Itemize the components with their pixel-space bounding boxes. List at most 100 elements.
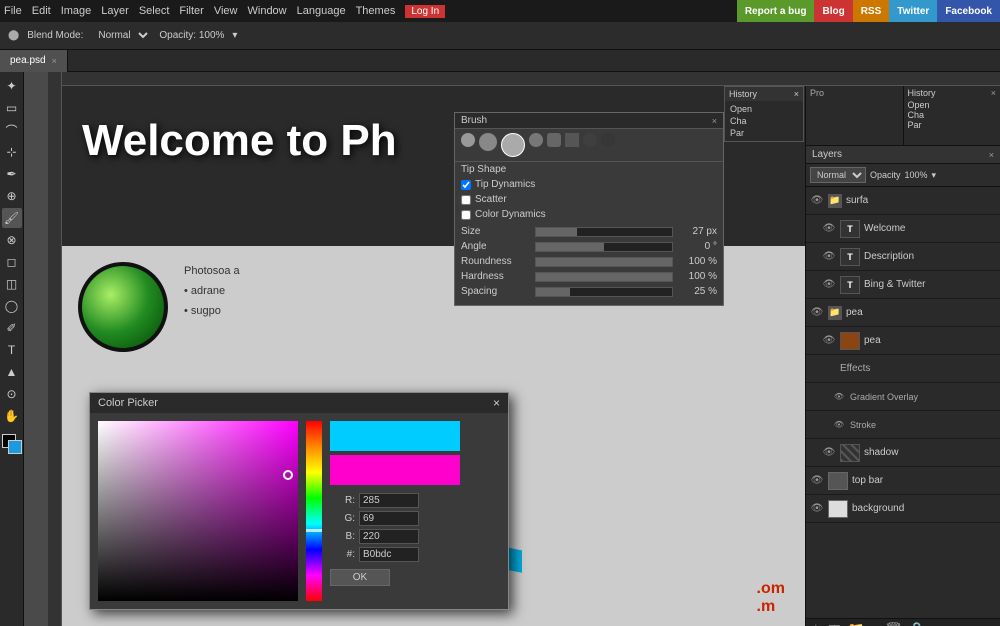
layer-eye-bing[interactable]: 👁 — [822, 278, 836, 292]
brush-tip-1[interactable] — [461, 133, 475, 147]
layers-opacity-dropdown[interactable]: ▾ — [932, 170, 937, 181]
canvas-area[interactable]: Welcome to Ph Photosoa a • adrane • sugp… — [24, 72, 1000, 626]
hex-input[interactable] — [359, 547, 419, 562]
layer-bing-twitter[interactable]: 👁 T Bing & Twitter — [806, 271, 1000, 299]
color-picker-ok-button[interactable]: OK — [330, 569, 390, 586]
menu-file[interactable]: File — [4, 5, 22, 17]
brush-scatter-item[interactable]: Scatter — [455, 192, 723, 207]
spacing-slider[interactable] — [535, 287, 673, 297]
tab-close-button[interactable]: × — [52, 56, 57, 66]
lock-layer-button[interactable]: 🔒 — [908, 621, 925, 626]
layer-eye-description[interactable]: 👁 — [822, 250, 836, 264]
options-opacity-dropdown[interactable]: ▾ — [232, 30, 237, 41]
roundness-slider[interactable] — [535, 257, 673, 267]
history-item-cha[interactable]: Cha — [727, 115, 801, 127]
rss-button[interactable]: RSS — [853, 0, 890, 22]
hardness-slider[interactable] — [535, 272, 673, 282]
layer-eye-topbar[interactable]: 👁 — [810, 474, 824, 488]
brush-tip-6[interactable] — [565, 133, 579, 147]
menu-window[interactable]: Window — [248, 5, 287, 17]
layer-top-bar[interactable]: 👁 top bar — [806, 467, 1000, 495]
report-bug-button[interactable]: Report a bug — [737, 0, 815, 22]
layer-eye-pea-folder[interactable]: 👁 — [810, 306, 824, 320]
layer-background[interactable]: 👁 background — [806, 495, 1000, 523]
layer-eye-welcome[interactable]: 👁 — [822, 222, 836, 236]
layer-eye-surfa[interactable]: 👁 — [810, 194, 824, 208]
add-group-button[interactable]: 📁 — [847, 621, 864, 626]
menu-language[interactable]: Language — [297, 5, 346, 17]
menu-filter[interactable]: Filter — [179, 5, 203, 17]
brush-tip-8[interactable] — [601, 133, 615, 147]
layer-description[interactable]: 👁 T Description — [806, 243, 1000, 271]
shape-tool[interactable]: ▲ — [2, 362, 22, 382]
layer-eye-shadow[interactable]: 👁 — [822, 446, 836, 460]
layer-surfa[interactable]: 👁 📁 surfa — [806, 187, 1000, 215]
eyedropper-tool[interactable]: ✒ — [2, 164, 22, 184]
blog-button[interactable]: Blog — [814, 0, 852, 22]
brush-tip-2[interactable] — [479, 133, 497, 151]
color-picker-close[interactable]: × — [493, 396, 500, 410]
login-button[interactable]: Log In — [405, 5, 445, 18]
history-item-par[interactable]: Par — [727, 127, 801, 139]
history-sub-cha[interactable]: Cha — [908, 110, 997, 120]
facebook-button[interactable]: Facebook — [937, 0, 1000, 22]
menu-layer[interactable]: Layer — [101, 5, 129, 17]
layer-eye-gradient[interactable]: 👁 — [832, 390, 846, 404]
layer-eye-stroke[interactable]: 👁 — [832, 418, 846, 432]
add-mask-button[interactable]: ◫ — [828, 621, 841, 626]
layer-pea-folder[interactable]: 👁 📁 pea — [806, 299, 1000, 327]
move-tool[interactable]: ✦ — [2, 76, 22, 96]
gradient-tool[interactable]: ◫ — [2, 274, 22, 294]
marquee-tool[interactable]: ▭ — [2, 98, 22, 118]
brush-panel-close[interactable]: × — [712, 116, 717, 126]
brush-tip-5[interactable] — [547, 133, 561, 147]
b-input[interactable] — [359, 529, 419, 544]
history-close[interactable]: × — [794, 89, 799, 99]
layer-eye-pea[interactable]: 👁 — [822, 334, 836, 348]
zoom-tool[interactable]: ⊙ — [2, 384, 22, 404]
brush-tip-shape-item[interactable]: Tip Shape — [455, 162, 723, 177]
layer-welcome[interactable]: 👁 T Welcome — [806, 215, 1000, 243]
menu-select[interactable]: Select — [139, 5, 170, 17]
brush-tip-4[interactable] — [529, 133, 543, 147]
tip-dynamics-checkbox[interactable] — [461, 180, 471, 190]
layer-stroke[interactable]: 👁 Stroke — [806, 411, 1000, 439]
layers-blend-mode-select[interactable]: Normal — [810, 167, 866, 183]
brush-tip-3[interactable] — [501, 133, 525, 157]
brush-tool[interactable]: 🖌 — [2, 208, 22, 228]
menu-view[interactable]: View — [214, 5, 238, 17]
lasso-tool[interactable]: ⌒ — [2, 120, 22, 140]
background-color[interactable] — [8, 440, 22, 454]
twitter-button[interactable]: Twitter — [889, 0, 937, 22]
heal-tool[interactable]: ⊕ — [2, 186, 22, 206]
angle-slider[interactable] — [535, 242, 673, 252]
scatter-checkbox[interactable] — [461, 195, 471, 205]
layer-gradient-overlay[interactable]: 👁 Gradient Overlay — [806, 383, 1000, 411]
color-hue-bar[interactable] — [306, 421, 322, 601]
history-sub-close[interactable]: × — [991, 88, 996, 98]
eraser-tool[interactable]: ◻ — [2, 252, 22, 272]
color-dynamics-checkbox[interactable] — [461, 210, 471, 220]
menu-image[interactable]: Image — [61, 5, 92, 17]
layers-close[interactable]: × — [989, 150, 994, 160]
history-sub-par[interactable]: Par — [908, 120, 997, 130]
dodge-tool[interactable]: ◯ — [2, 296, 22, 316]
hand-tool[interactable]: ✋ — [2, 406, 22, 426]
color-swatches[interactable] — [2, 434, 22, 460]
pen-tool[interactable]: ✐ — [2, 318, 22, 338]
layer-pea[interactable]: 👁 pea — [806, 327, 1000, 355]
layer-effects[interactable]: Effects — [806, 355, 1000, 383]
crop-tool[interactable]: ⊹ — [2, 142, 22, 162]
blend-mode-select[interactable]: Normal Multiply Screen — [91, 28, 151, 43]
add-style-button[interactable]: ✦ — [810, 621, 822, 626]
tab-pea-psd[interactable]: pea.psd × — [0, 50, 68, 72]
menu-themes[interactable]: Themes — [356, 5, 396, 17]
history-sub-open[interactable]: Open — [908, 100, 997, 110]
menu-edit[interactable]: Edit — [32, 5, 51, 17]
brush-tip-7[interactable] — [583, 133, 597, 147]
delete-layer-button[interactable]: 🗑 — [885, 621, 903, 626]
brush-color-dynamics-item[interactable]: Color Dynamics — [455, 207, 723, 222]
layer-shadow[interactable]: 👁 shadow — [806, 439, 1000, 467]
color-gradient-picker[interactable] — [98, 421, 298, 601]
r-input[interactable] — [359, 493, 419, 508]
